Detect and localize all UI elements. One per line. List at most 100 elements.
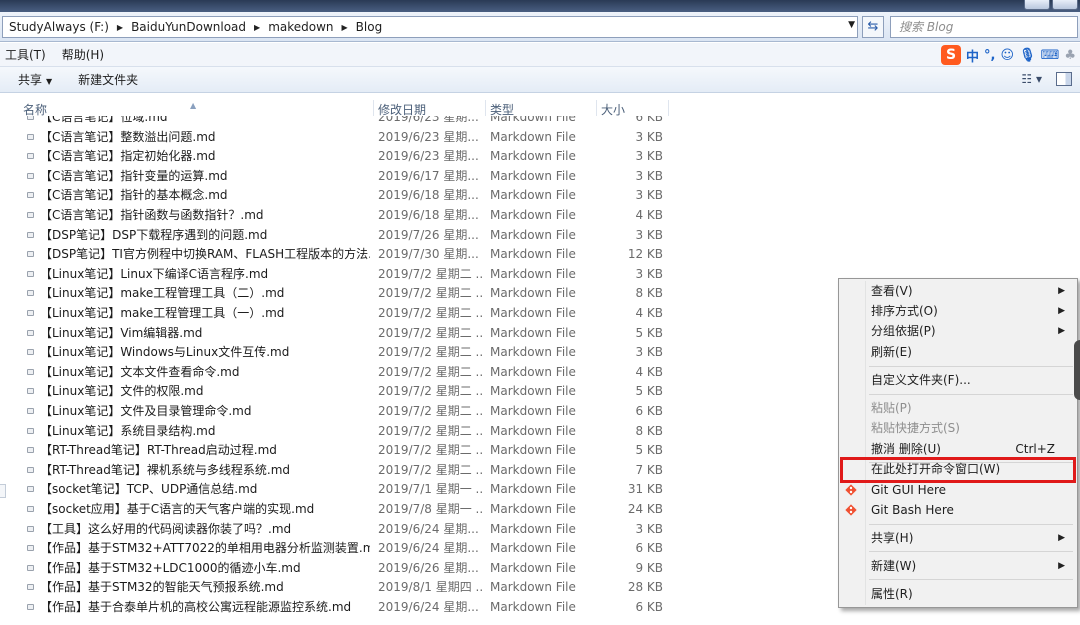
menu-separator (869, 366, 1073, 367)
menu-item-label: 粘贴(P) (871, 401, 912, 415)
file-date: 2019/7/2 星期二 ... (378, 325, 483, 340)
share-button[interactable]: 共享 ▼ (18, 71, 52, 88)
file-row[interactable]: 【Linux笔记】文件及目录管理命令.md 2019/7/2 星期二 ... Mar… (0, 402, 670, 422)
file-size: 31 KB (627, 482, 663, 497)
column-divider[interactable] (485, 100, 486, 116)
window-controls (1024, 0, 1078, 10)
address-history-dropdown-icon[interactable]: ▼ (848, 20, 855, 30)
menu-tools[interactable]: 工具(T) (5, 46, 46, 63)
view-options-icon[interactable]: ☷ ▾ (1021, 72, 1042, 86)
file-name: 【工具】这么好用的代码阅读器你装了吗？.md (40, 521, 292, 536)
markdown-file-icon (27, 310, 34, 316)
submenu-arrow-icon: ▶ (1058, 533, 1065, 543)
file-type: Markdown File (490, 482, 576, 497)
nav-pane-edge[interactable] (0, 484, 6, 498)
file-row[interactable]: 【C语言笔记】整数溢出问题.md 2019/6/23 星期... Markdown … (0, 128, 670, 148)
file-row[interactable]: 【RT-Thread笔记】裸机系统与多线程系统.md 2019/7/2 星期二 .… (0, 461, 670, 481)
menu-item-properties[interactable]: 属性(R) (839, 584, 1077, 604)
menu-item-label: 粘贴快捷方式(S) (871, 421, 960, 435)
file-row[interactable]: 【C语言笔记】指针变量的运算.md 2019/6/17 星期... Markdown… (0, 167, 670, 187)
file-row[interactable]: 【作品】基于STM32+LDC1000的循迹小车.md 2019/6/26 星期.… (0, 559, 670, 579)
file-type: Markdown File (490, 325, 576, 340)
markdown-file-icon (27, 133, 34, 140)
menu-item-group-by[interactable]: 分组依据(P) ▶ (839, 321, 1077, 341)
file-row[interactable]: 【作品】基于合泰单片机的高校公寓远程能源监控系统.md 2019/6/24 星期.… (0, 598, 670, 618)
file-row[interactable]: 【Linux笔记】Windows与Linux文件互传.md 2019/7/2 星期… (0, 343, 670, 363)
file-row[interactable]: 【工具】这么好用的代码阅读器你装了吗？.md 2019/6/24 星期... Mar… (0, 520, 670, 540)
chevron-right-icon[interactable]: ▶ (338, 23, 352, 32)
menu-separator (869, 551, 1073, 552)
column-divider[interactable] (668, 100, 669, 116)
file-row[interactable]: 【Linux笔记】Vim编辑器.md 2019/7/2 星期二 ... Markdo… (0, 324, 670, 344)
git-icon (845, 504, 857, 516)
menu-item-label: Git GUI Here (871, 483, 947, 497)
menu-item-git-bash[interactable]: Git Bash Here (839, 500, 1077, 520)
file-type: Markdown File (490, 306, 576, 320)
breadcrumb-baiduyundownload[interactable]: BaiduYunDownload (127, 20, 250, 34)
file-row[interactable]: 【C语言笔记】指定初始化器.md 2019/6/23 星期... Markdown … (0, 147, 670, 167)
file-row[interactable]: 【C语言笔记】位域.md 2019/6/23 星期... Markdown File… (0, 116, 670, 128)
breadcrumb-makedown[interactable]: makedown (264, 20, 337, 34)
file-row[interactable]: 【Linux笔记】文件的权限.md 2019/7/2 星期二 ... Markdow… (0, 382, 670, 402)
file-row[interactable]: 【DSP笔记】TI官方例程中切换RAM、FLASH工程版本的方法.... 2019… (0, 245, 670, 265)
minimize-button[interactable] (1024, 0, 1050, 10)
file-type: Markdown File (490, 168, 576, 183)
file-row[interactable]: 【socket应用】基于C语言的天气客户端的实现.md 2019/7/8 星期一 … (0, 500, 670, 520)
file-row[interactable]: 【Linux笔记】Linux下编译C语言程序.md 2019/7/2 星期二 ..… (0, 265, 670, 285)
maximize-button[interactable] (1052, 0, 1078, 10)
file-type: Markdown File (490, 188, 576, 203)
file-size: 12 KB (627, 247, 663, 262)
column-divider[interactable] (373, 100, 374, 116)
breadcrumb-blog[interactable]: Blog (352, 20, 387, 34)
file-name: 【Linux笔记】Linux下编译C语言程序.md (40, 266, 269, 281)
menu-item-customize-folder[interactable]: 自定义文件夹(F)... (839, 370, 1077, 390)
file-row[interactable]: 【C语言笔记】指针函数与函数指针？.md 2019/6/18 星期... Markd… (0, 206, 670, 226)
ime-chinese-mode-indicator[interactable]: 中 (966, 46, 979, 65)
menu-help[interactable]: 帮助(H) (62, 46, 104, 63)
file-row[interactable]: 【RT-Thread笔记】RT-Thread启动过程.md 2019/7/2 星期… (0, 441, 670, 461)
chevron-right-icon[interactable]: ▶ (113, 23, 127, 32)
file-row[interactable]: 【Linux笔记】文本文件查看命令.md 2019/7/2 星期二 ... Mark… (0, 363, 670, 383)
user-icon[interactable]: ♣ (1064, 48, 1076, 63)
keyboard-icon[interactable]: ⌨ (1041, 48, 1060, 63)
menu-item-view[interactable]: 查看(V) ▶ (839, 281, 1077, 301)
menu-item-refresh[interactable]: 刷新(E) (839, 342, 1077, 362)
breadcrumb[interactable]: StudyAlways (F:) ▶ BaiduYunDownload ▶ ma… (2, 16, 858, 38)
new-folder-button[interactable]: 新建文件夹 (78, 71, 138, 88)
share-button-label: 共享 (18, 73, 43, 87)
file-date: 2019/7/2 星期二 ... (378, 266, 483, 281)
file-type: Markdown File (490, 502, 576, 516)
emoji-icon[interactable]: ☺ (1001, 48, 1015, 63)
breadcrumb-drive[interactable]: StudyAlways (F:) (5, 20, 113, 34)
search-input[interactable]: 搜索 Blog (890, 16, 1078, 38)
file-row[interactable]: 【作品】基于STM32+ATT7022的单相用电器分析监测装置.md 2019/6… (0, 539, 670, 559)
markdown-file-icon (27, 466, 34, 473)
menu-item-new[interactable]: 新建(W) ▶ (839, 556, 1077, 576)
menu-item-label: 分组依据(P) (871, 324, 936, 338)
file-row[interactable]: 【Linux笔记】系统目录结构.md 2019/7/2 星期二 ... Markdo… (0, 422, 670, 442)
menu-item-share[interactable]: 共享(H) ▶ (839, 528, 1077, 548)
file-row[interactable]: 【Linux笔记】make工程管理工具（二）.md 2019/7/2 星期二 ..… (0, 284, 670, 304)
menu-item-sort-by[interactable]: 排序方式(O) ▶ (839, 301, 1077, 321)
file-row[interactable]: 【socket笔记】TCP、UDP通信总结.md 2019/7/1 星期一 ...… (0, 480, 670, 500)
markdown-file-icon (27, 525, 34, 532)
file-size: 4 KB (635, 364, 663, 379)
menu-item-paste-shortcut: 粘贴快捷方式(S) (839, 418, 1077, 438)
file-row[interactable]: 【Linux笔记】make工程管理工具（一）.md 2019/7/2 星期二 ..… (0, 304, 670, 324)
menu-item-git-gui[interactable]: Git GUI Here (839, 480, 1077, 500)
file-row[interactable]: 【DSP笔记】DSP下载程序遇到的问题.md 2019/7/26 星期... Mar… (0, 226, 670, 246)
ime-toolbar: S 中 °, ☺ 🎙 ⌨ ♣ (941, 45, 1076, 65)
microphone-icon[interactable]: 🎙 (1019, 48, 1036, 63)
preview-pane-icon[interactable] (1056, 72, 1072, 86)
submenu-arrow-icon: ▶ (1058, 306, 1065, 316)
punctuation-icon[interactable]: °, (984, 48, 995, 63)
chevron-right-icon[interactable]: ▶ (250, 23, 264, 32)
column-divider[interactable] (596, 100, 597, 116)
file-name: 【DSP笔记】TI官方例程中切换RAM、FLASH工程版本的方法.... (40, 247, 370, 262)
sogou-ime-logo[interactable]: S (941, 45, 962, 65)
refresh-button[interactable]: ⇆ (862, 16, 884, 38)
file-row[interactable]: 【C语言笔记】指针的基本概念.md 2019/6/18 星期... Markdown… (0, 186, 670, 206)
view-controls: ☷ ▾ (1021, 72, 1072, 86)
file-row[interactable]: 【作品】基于STM32的智能天气预报系统.md 2019/8/1 星期四 ... M… (0, 578, 670, 598)
menu-item-undo-delete[interactable]: 撤消 删除(U) Ctrl+Z (839, 439, 1077, 459)
